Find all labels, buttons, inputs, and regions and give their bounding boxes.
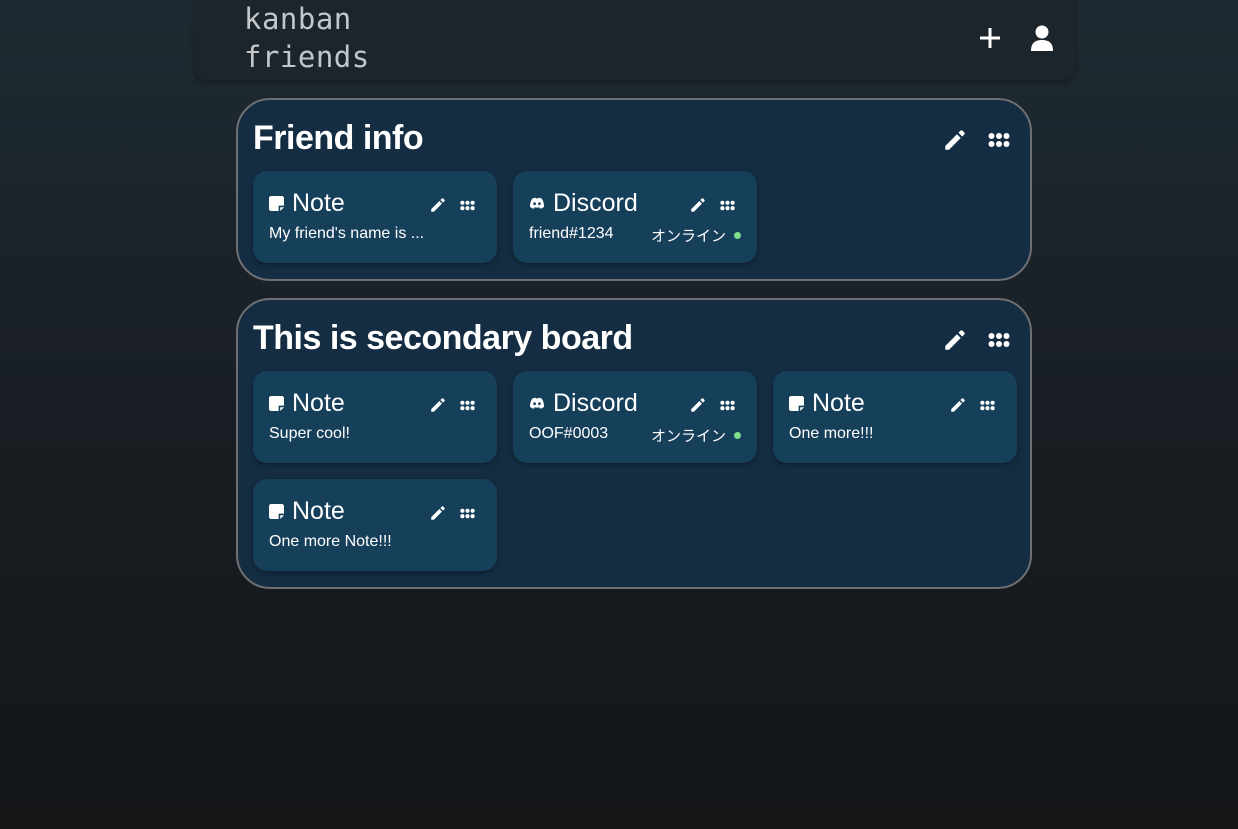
grip-icon <box>988 133 1010 147</box>
grip-icon <box>720 200 735 210</box>
pencil-icon <box>691 198 705 212</box>
card-drag-handle[interactable] <box>720 200 735 211</box>
card-title: Note <box>292 497 345 525</box>
card-title: Discord <box>553 389 638 417</box>
pencil-icon <box>945 330 965 350</box>
status-label: オンライン <box>650 227 726 245</box>
grip-icon <box>988 333 1010 347</box>
discord-icon <box>529 197 545 209</box>
logo-line-1: kanban <box>244 2 352 36</box>
pencil-icon <box>945 130 965 150</box>
sticky-note-icon <box>269 395 284 411</box>
board-drag-handle[interactable] <box>988 132 1010 148</box>
card-drag-handle[interactable] <box>460 400 475 411</box>
user-icon <box>1031 25 1053 51</box>
note-card[interactable]: Note One more Note!!! <box>253 479 497 571</box>
board-drag-handle[interactable] <box>988 332 1010 348</box>
board-secondary: This is secondary board Note Super cool!… <box>236 298 1032 589</box>
discord-icon <box>529 397 545 409</box>
app-logo[interactable]: kanban friends <box>244 0 370 76</box>
board-edit-button[interactable] <box>942 127 968 153</box>
note-card[interactable]: Note One more!!! <box>773 371 1017 463</box>
online-dot <box>734 232 741 239</box>
card-edit-button[interactable] <box>429 396 447 414</box>
grip-icon <box>460 200 475 210</box>
card-title: Note <box>812 389 865 417</box>
grip-icon <box>980 400 995 410</box>
sticky-note-icon <box>269 503 284 519</box>
discord-username: friend#1234 <box>529 225 614 242</box>
board-title: Friend info <box>253 119 424 157</box>
card-title: Note <box>292 389 345 417</box>
online-dot <box>734 432 741 439</box>
sticky-note-icon <box>269 195 284 211</box>
board-friend-info: Friend info Note My friend's name is ...… <box>236 98 1032 281</box>
card-edit-button[interactable] <box>689 196 707 214</box>
card-title: Note <box>292 189 345 217</box>
grip-icon <box>460 400 475 410</box>
note-card[interactable]: Note My friend's name is ... <box>253 171 497 263</box>
card-drag-handle[interactable] <box>460 508 475 519</box>
card-drag-handle[interactable] <box>980 400 995 411</box>
add-board-button[interactable] <box>976 24 1004 52</box>
board-edit-button[interactable] <box>942 327 968 353</box>
card-body-text: My friend's name is ... <box>269 225 425 242</box>
pencil-icon <box>691 398 705 412</box>
card-title: Discord <box>553 189 638 217</box>
card-body-text: One more!!! <box>789 425 874 442</box>
card-drag-handle[interactable] <box>460 200 475 211</box>
board-title: This is secondary board <box>253 319 633 357</box>
status-label: オンライン <box>650 427 726 445</box>
discord-card[interactable]: Discord OOF#0003 オンライン <box>513 371 757 463</box>
online-status: オンライン <box>651 425 741 446</box>
card-drag-handle[interactable] <box>720 400 735 411</box>
discord-card[interactable]: Discord friend#1234 オンライン <box>513 171 757 263</box>
pencil-icon <box>431 506 445 520</box>
plus-icon <box>980 28 1000 48</box>
pencil-icon <box>431 198 445 212</box>
card-edit-button[interactable] <box>949 396 967 414</box>
grip-icon <box>460 508 475 518</box>
card-body-text: Super cool! <box>269 425 350 442</box>
card-body-text: One more Note!!! <box>269 533 392 550</box>
user-profile-button[interactable] <box>1028 24 1056 52</box>
card-edit-button[interactable] <box>689 396 707 414</box>
card-edit-button[interactable] <box>429 504 447 522</box>
online-status: オンライン <box>651 225 741 246</box>
card-edit-button[interactable] <box>429 196 447 214</box>
grip-icon <box>720 400 735 410</box>
discord-username: OOF#0003 <box>529 425 609 442</box>
pencil-icon <box>951 398 965 412</box>
logo-line-2: friends <box>244 40 370 74</box>
note-card[interactable]: Note Super cool! <box>253 371 497 463</box>
pencil-icon <box>431 398 445 412</box>
sticky-note-icon <box>789 395 804 411</box>
app-header: kanban friends <box>195 0 1075 80</box>
